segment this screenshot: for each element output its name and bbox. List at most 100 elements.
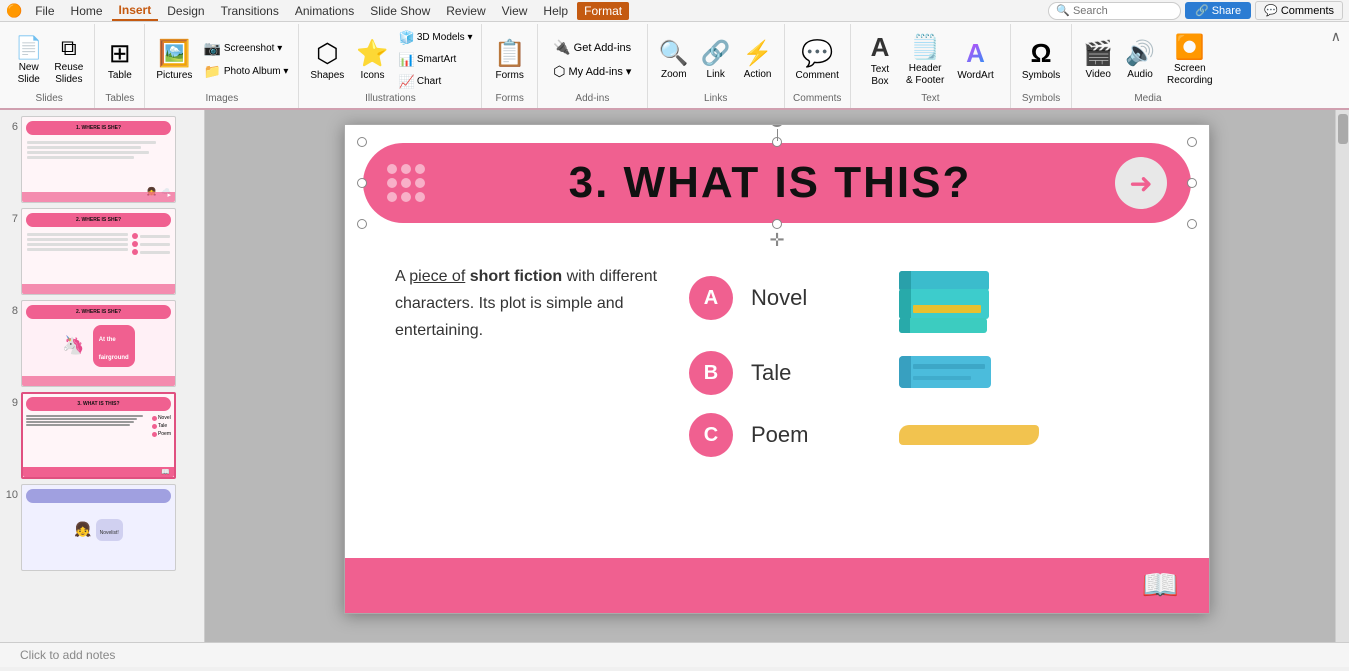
notes-bar[interactable]: Click to add notes — [0, 642, 1349, 667]
answer-row-b[interactable]: B Tale — [689, 351, 1169, 395]
ribbon: 📄 New Slide ⧉ Reuse Slides Slides ⊞ Tabl… — [0, 22, 1349, 110]
video-button[interactable]: 🎬 Video — [1078, 36, 1118, 83]
slide-thumb-9[interactable]: 9 3. WHAT IS THIS? Novel Tale Poem — [4, 392, 200, 479]
slide-thumb-10[interactable]: 10 👧 Novelist! — [4, 484, 200, 571]
ribbon-collapse-button[interactable]: ∧ — [1327, 24, 1345, 108]
text-box-icon: A — [871, 32, 890, 63]
tables-group-label: Tables — [105, 93, 134, 106]
header-footer-button[interactable]: 🗒️ Header & Footer — [901, 30, 949, 89]
images-group-label: Images — [205, 93, 238, 106]
slides-group-label: Slides — [36, 93, 63, 106]
home-menu[interactable]: Home — [64, 2, 110, 20]
answer-text-a: Novel — [751, 285, 861, 311]
share-button[interactable]: 🔗 Share — [1185, 2, 1251, 19]
slide-footer: 📖 — [345, 558, 1209, 613]
answer-text-c: Poem — [751, 422, 861, 448]
animations-menu[interactable]: Animations — [288, 2, 361, 20]
selection-handle-topleft[interactable] — [357, 137, 367, 147]
forms-button[interactable]: 📋 Forms — [488, 35, 530, 84]
new-slide-button[interactable]: 📄 New Slide — [10, 32, 47, 88]
get-addins-icon: 🔌 — [553, 39, 570, 56]
ribbon-group-addins: 🔌 Get Add-ins ⬡ My Add-ins ▾ Add-ins — [538, 24, 648, 108]
slide-10-thumbnail: 👧 Novelist! — [21, 484, 176, 571]
design-menu[interactable]: Design — [160, 2, 211, 20]
slideshow-menu[interactable]: Slide Show — [363, 2, 437, 20]
wordart-icon: A — [966, 38, 985, 69]
selection-handle-bottomleft[interactable] — [357, 219, 367, 229]
screen-recording-icon: ⏺️ — [1175, 33, 1205, 62]
ribbon-group-comments: 💬 Comment Comments — [785, 24, 851, 108]
slide-8-thumbnail: 2. WHERE IS SHE? 🦄 At thefairground — [21, 300, 176, 387]
selection-handle-left[interactable] — [357, 178, 367, 188]
audio-button[interactable]: 🔊 Audio — [1120, 36, 1160, 83]
screenshot-icon: 📷 — [203, 40, 220, 57]
slide-thumb-6[interactable]: 6 1. WHERE IS SHE? 👧 ☁️ ▸ — [4, 116, 200, 203]
get-addins-button[interactable]: 🔌 Get Add-ins — [549, 37, 635, 58]
slide-panel: 6 1. WHERE IS SHE? 👧 ☁️ ▸ — [0, 110, 205, 642]
slide-thumb-8[interactable]: 8 2. WHERE IS SHE? 🦄 At thefairground — [4, 300, 200, 387]
search-box[interactable]: 🔍 — [1048, 2, 1181, 20]
slide-6-number: 6 — [4, 116, 18, 133]
audio-icon: 🔊 — [1125, 39, 1155, 68]
shapes-button[interactable]: ⬡ Shapes — [305, 35, 349, 84]
selection-handle-right[interactable] — [1187, 178, 1197, 188]
reuse-slides-button[interactable]: ⧉ Reuse Slides — [49, 32, 88, 88]
my-addins-button[interactable]: ⬡ My Add-ins ▾ — [549, 61, 635, 82]
link-button[interactable]: 🔗 Link — [696, 36, 736, 83]
format-menu[interactable]: Format — [577, 2, 629, 20]
insert-menu[interactable]: Insert — [112, 1, 159, 21]
selection-handle-topright[interactable] — [1187, 137, 1197, 147]
addins-group-label: Add-ins — [575, 93, 609, 106]
share-icon: 🔗 — [1195, 5, 1209, 17]
main-slide: ↻ ✛ — [344, 124, 1210, 614]
rotation-handle[interactable]: ↻ — [770, 124, 784, 141]
slide-thumb-7[interactable]: 7 2. WHERE IS SHE? — [4, 208, 200, 295]
3d-models-button[interactable]: 🧊 3D Models ▾ — [396, 28, 476, 48]
chart-button[interactable]: 📈 Chart — [396, 72, 476, 92]
search-input[interactable] — [1073, 5, 1173, 17]
media-group-label: Media — [1134, 93, 1161, 106]
answer-badge-b: B — [689, 351, 733, 395]
zoom-button[interactable]: 🔍 Zoom — [654, 36, 694, 83]
help-menu[interactable]: Help — [536, 2, 575, 20]
title-bar: 🟠 File Home Insert Design Transitions An… — [0, 0, 1349, 22]
app-logo: 🟠 — [6, 3, 22, 19]
file-menu[interactable]: File — [28, 2, 61, 20]
arrow-right-button[interactable]: ➜ — [1115, 157, 1167, 209]
ribbon-group-slides: 📄 New Slide ⧉ Reuse Slides Slides — [4, 24, 95, 108]
zoom-icon: 🔍 — [659, 39, 689, 68]
ribbon-group-images: 🖼️ Pictures 📷 Screenshot ▾ 📁 Photo Album… — [145, 24, 299, 108]
screenshot-button[interactable]: 📷 Screenshot ▾ — [199, 38, 292, 59]
answer-row-a[interactable]: A Novel — [689, 263, 1169, 333]
selection-handle-bottom[interactable] — [772, 219, 782, 229]
smartart-icon: 📊 — [399, 52, 415, 68]
wordart-button[interactable]: A WordArt — [952, 35, 999, 84]
review-menu[interactable]: Review — [439, 2, 492, 20]
link-icon: 🔗 — [701, 39, 731, 68]
open-book-footer-icon: 📖 — [1142, 568, 1179, 603]
move-handle[interactable]: ✛ — [769, 230, 784, 251]
tale-icon — [899, 356, 994, 391]
smartart-button[interactable]: 📊 SmartArt — [396, 50, 476, 70]
answer-row-c[interactable]: C Poem — [689, 413, 1169, 457]
pictures-button[interactable]: 🖼️ Pictures — [151, 35, 197, 84]
answer-text-b: Tale — [751, 360, 861, 386]
transitions-menu[interactable]: Transitions — [214, 2, 286, 20]
screen-recording-button[interactable]: ⏺️ Screen Recording — [1162, 30, 1218, 89]
table-button[interactable]: ⊞ Table — [103, 35, 137, 84]
selection-handle-bottomright[interactable] — [1187, 219, 1197, 229]
video-icon: 🎬 — [1083, 39, 1113, 68]
icons-button[interactable]: ⭐ Icons — [351, 35, 393, 84]
reuse-slides-icon: ⧉ — [61, 35, 77, 61]
photo-album-button[interactable]: 📁 Photo Album ▾ — [199, 61, 292, 82]
symbols-button[interactable]: Ω Symbols — [1017, 35, 1065, 84]
links-group-label: Links — [704, 93, 727, 106]
view-menu[interactable]: View — [495, 2, 535, 20]
action-button[interactable]: ⚡ Action — [738, 36, 778, 83]
canvas-scrollbar[interactable] — [1335, 110, 1349, 642]
comment-button[interactable]: 💬 Comment — [791, 35, 844, 84]
comments-button[interactable]: 💬 Comments — [1255, 1, 1343, 20]
slide-9-thumbnail: 3. WHAT IS THIS? Novel Tale Poem — [21, 392, 176, 479]
question-text-block[interactable]: A piece of short fiction with different … — [395, 263, 665, 345]
text-box-button[interactable]: A Text Box — [862, 29, 898, 90]
